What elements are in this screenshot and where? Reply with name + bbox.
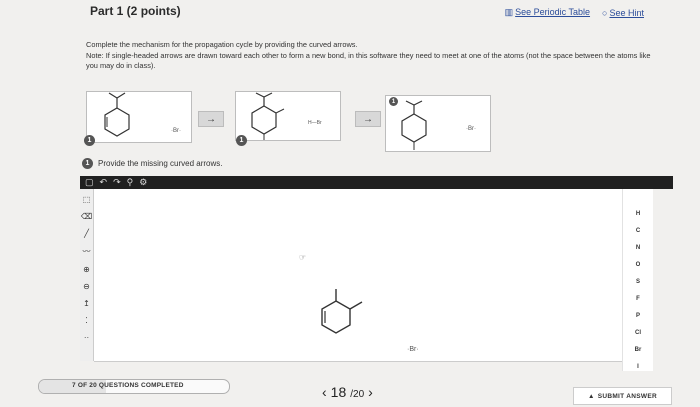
bond-tool-icon[interactable]: ╱ xyxy=(84,229,89,238)
prompt: 1 Provide the missing curved arrows. xyxy=(82,158,223,169)
editor-toolbar: ▢ ↶ ↷ ⚲ ⚙ xyxy=(80,176,673,189)
drawing-canvas[interactable]: ·Br· ☞ xyxy=(94,189,622,362)
element-n-button[interactable]: N xyxy=(627,245,649,251)
eraser-tool-icon[interactable]: ⌫ xyxy=(81,212,92,221)
question-pager: ‹ 18/20 › xyxy=(322,384,373,400)
radical-icon[interactable]: ·· xyxy=(84,333,89,342)
chain-tool-icon[interactable]: 〰 xyxy=(83,246,91,257)
tool-palette: ⬚ ⌫ ╱ 〰 ⊕ ⊖ ↥ ⁚ ·· xyxy=(80,189,94,361)
select-tool-icon[interactable]: ⬚ xyxy=(83,195,91,204)
submit-icon: ▲ xyxy=(587,392,595,400)
svg-text:☞: ☞ xyxy=(299,253,306,262)
reaction-arrow-1: → xyxy=(198,111,224,127)
element-f-button[interactable]: F xyxy=(627,296,649,302)
instruction-line-2: Note: If single-headed arrows are drawn … xyxy=(86,50,651,71)
cyclohexene-structure: ·Br· xyxy=(104,92,181,137)
prev-question-button[interactable]: ‹ xyxy=(322,384,327,400)
next-question-button[interactable]: › xyxy=(368,384,373,400)
lone-pair-icon[interactable]: ⁚ xyxy=(85,316,88,325)
new-file-icon[interactable]: ▢ xyxy=(85,177,94,188)
element-cl-button[interactable]: Cl xyxy=(627,330,649,336)
canvas-molecules: ·Br· ☞ xyxy=(299,253,419,353)
prompt-text: Provide the missing curved arrows. xyxy=(98,159,223,168)
reaction-arrow-2: → xyxy=(355,111,381,127)
progress-text: 7 OF 20 QUESTIONS COMPLETED xyxy=(72,382,184,389)
element-i-button[interactable]: I xyxy=(627,364,649,370)
element-palette: H C N O S F P Cl Br I xyxy=(622,189,653,371)
step-2-badge[interactable]: 1 xyxy=(236,135,247,146)
submit-label: SUBMIT ANSWER xyxy=(597,392,657,400)
svg-text:·Br·: ·Br· xyxy=(171,128,181,134)
lightbulb-icon: ○ xyxy=(602,7,608,18)
svg-text:·Br·: ·Br· xyxy=(407,346,419,353)
svg-text:H—Br: H—Br xyxy=(308,120,322,126)
periodic-table-label[interactable]: See Periodic Table xyxy=(515,7,590,17)
top-links: ▥ See Periodic Table ○ See Hint xyxy=(505,7,644,18)
total-questions: /20 xyxy=(350,389,365,400)
part-title: Part 1 (2 points) xyxy=(90,4,181,18)
product-structure: ·Br· xyxy=(401,100,476,150)
hint-label[interactable]: See Hint xyxy=(609,8,644,18)
step-1-badge[interactable]: 1 xyxy=(84,135,95,146)
step-2-panel[interactable]: H—Br xyxy=(235,91,341,141)
step-1-panel[interactable]: ·Br· xyxy=(86,91,192,143)
element-h-button[interactable]: H xyxy=(627,211,649,217)
bar-chart-icon: ▥ xyxy=(504,7,514,17)
periodic-table-link[interactable]: ▥ See Periodic Table xyxy=(505,7,590,18)
element-o-button[interactable]: O xyxy=(627,262,649,268)
redo-icon[interactable]: ↷ xyxy=(113,177,121,188)
element-s-button[interactable]: S xyxy=(627,279,649,285)
element-br-button[interactable]: Br xyxy=(627,347,649,353)
current-question: 18 xyxy=(330,384,347,400)
plus-charge-icon[interactable]: ⊕ xyxy=(83,265,90,274)
bromo-alkane-structure: H—Br xyxy=(251,92,322,140)
svg-text:·Br·: ·Br· xyxy=(466,126,476,132)
instruction-line-1: Complete the mechanism for the propagati… xyxy=(86,40,358,49)
undo-icon[interactable]: ↶ xyxy=(100,177,108,188)
submit-answer-button[interactable]: ▲ SUBMIT ANSWER xyxy=(573,387,672,405)
step-3-panel[interactable]: ·Br· xyxy=(385,95,491,152)
prompt-badge: 1 xyxy=(82,158,93,169)
settings-icon[interactable]: ⚙ xyxy=(139,177,147,188)
element-c-button[interactable]: C xyxy=(627,228,649,234)
element-p-button[interactable]: P xyxy=(627,313,649,319)
arrow-tool-icon[interactable]: ↥ xyxy=(83,299,90,308)
zoom-icon[interactable]: ⚲ xyxy=(127,177,134,188)
step-3-badge[interactable]: 1 xyxy=(389,97,398,106)
minus-charge-icon[interactable]: ⊖ xyxy=(83,282,90,291)
hint-link[interactable]: ○ See Hint xyxy=(602,8,644,18)
instructions: Complete the mechanism for the propagati… xyxy=(86,40,656,72)
